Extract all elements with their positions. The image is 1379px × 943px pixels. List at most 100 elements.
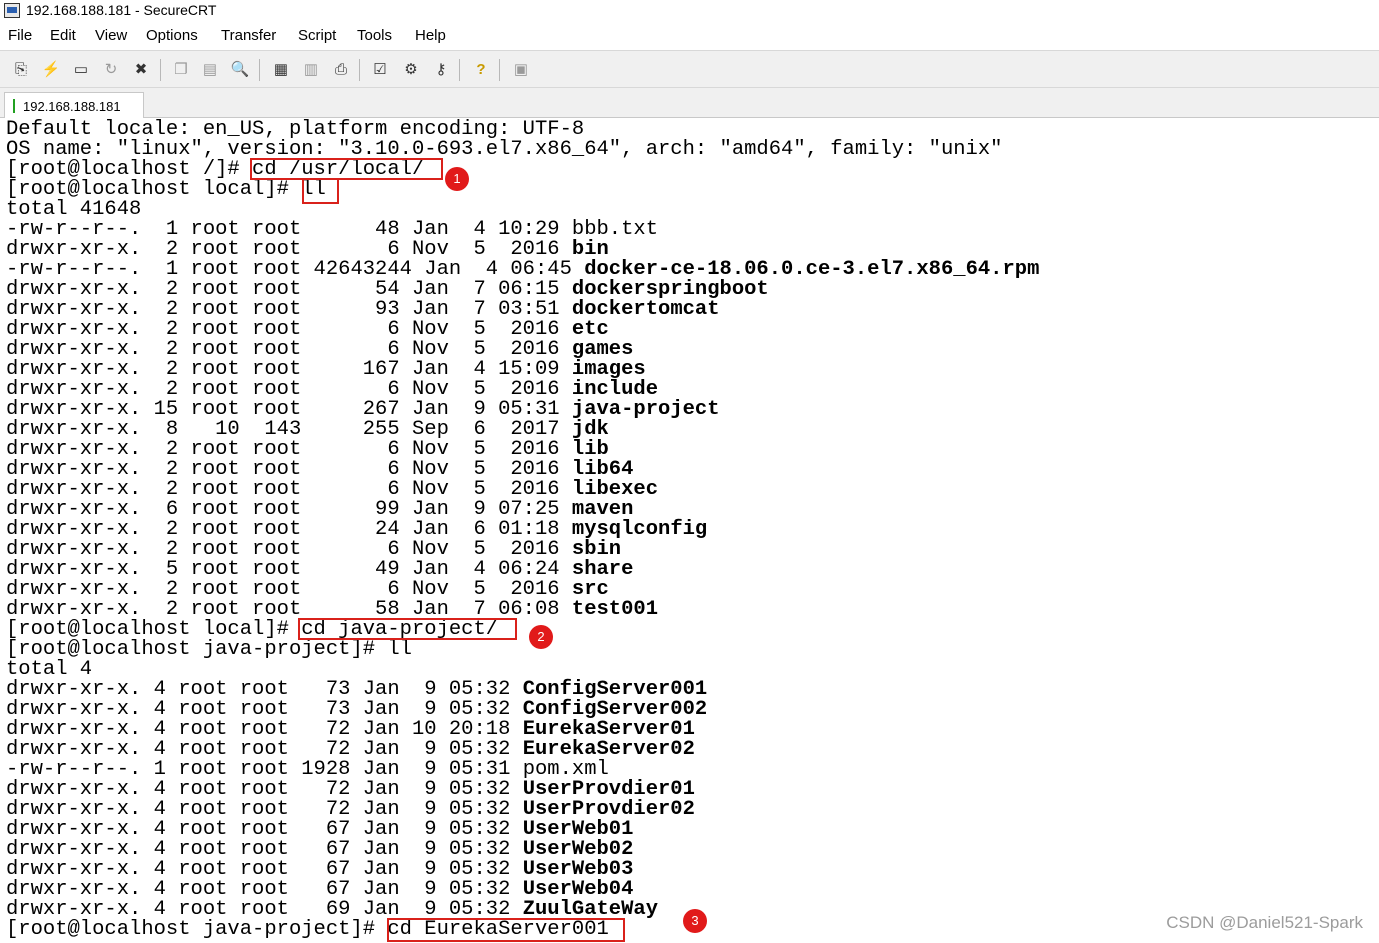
file-name: ConfigServer002 — [522, 698, 708, 721]
terminal-line: drwxr-xr-x. 2 root root 54 Jan 7 06:15 d… — [6, 278, 769, 301]
file-name: lib64 — [571, 458, 634, 481]
terminal-line-text: drwxr-xr-x. 4 root root 73 Jan 9 05:32 — [6, 678, 523, 701]
watermark: CSDN @Daniel521-Spark — [1166, 913, 1363, 932]
terminal-line-text: drwxr-xr-x. 4 root root 72 Jan 9 05:32 — [6, 738, 523, 761]
file-name: mysqlconfig — [571, 518, 708, 541]
menu-bar: File Edit View Options Transfer Script T… — [0, 22, 1379, 48]
terminal-line-text: total 41648 — [6, 198, 142, 221]
terminal-line: drwxr-xr-x. 2 root root 6 Nov 5 2016 inc… — [6, 378, 658, 401]
session-tab-label: 192.168.188.181 — [23, 99, 121, 114]
terminal-line-text: drwxr-xr-x. 4 root root 72 Jan 9 05:32 — [6, 778, 523, 801]
terminal-line: drwxr-xr-x. 4 root root 67 Jan 9 05:32 U… — [6, 838, 634, 861]
annotation-box-1 — [250, 158, 443, 180]
terminal-line: [root@localhost local]# ll — [6, 178, 326, 201]
paste-icon[interactable]: ▤ — [199, 59, 221, 81]
terminal-line: drwxr-xr-x. 2 root root 93 Jan 7 03:51 d… — [6, 299, 720, 320]
menu-options[interactable]: Options — [146, 27, 198, 44]
quick-connect-icon[interactable]: ⚡ — [40, 59, 62, 81]
terminal-line-text: drwxr-xr-x. 2 root root 6 Nov 5 2016 — [6, 378, 572, 401]
terminal-line-text: OS name: "linux", version: "3.10.0-693.e… — [6, 138, 1003, 161]
terminal-line-text: drwxr-xr-x. 2 root root 24 Jan 6 01:18 — [6, 518, 572, 541]
file-name: UserWeb02 — [522, 838, 634, 861]
file-name: UserWeb01 — [522, 818, 634, 841]
file-name: dockerspringboot — [571, 278, 769, 301]
global-options-icon[interactable]: ⚙ — [400, 59, 422, 81]
terminal-line-text: drwxr-xr-x. 2 root root 54 Jan 7 06:15 — [6, 278, 572, 301]
file-name: share — [571, 558, 634, 581]
connect-in-tab-icon[interactable]: ▭ — [70, 59, 92, 81]
terminal-line: -rw-r--r--. 1 root root 42643244 Jan 4 0… — [6, 258, 1039, 281]
help-icon[interactable]: ? — [470, 59, 492, 81]
terminal-line: drwxr-xr-x. 4 root root 72 Jan 9 05:32 E… — [6, 738, 695, 761]
terminal-line-text: [root@localhost local]# ll — [6, 178, 326, 201]
session-tab[interactable]: 192.168.188.181 — [4, 92, 144, 118]
terminal-line-text: drwxr-xr-x. 2 root root 6 Nov 5 2016 — [6, 458, 572, 481]
file-name: pom.xml — [522, 758, 609, 781]
terminal-line: drwxr-xr-x. 15 root root 267 Jan 9 05:31… — [6, 399, 720, 420]
menu-edit[interactable]: Edit — [50, 27, 76, 44]
terminal-line: drwxr-xr-x. 4 root root 67 Jan 9 05:32 U… — [6, 858, 634, 881]
terminal-line-text: drwxr-xr-x. 4 root root 72 Jan 9 05:32 — [6, 798, 523, 821]
annotation-box-2 — [302, 178, 339, 204]
print-selection-icon[interactable]: ▥ — [300, 59, 322, 81]
toolbar: ⎘ ⚡ ▭ ↻ ✖ ❐ ▤ 🔍 ▦ ▥ ⎙ ☑ ⚙ ⚷ ? ▣ — [0, 50, 1379, 88]
find-icon[interactable]: 🔍 — [229, 59, 251, 81]
terminal-line-text: total 4 — [6, 658, 93, 681]
menu-transfer[interactable]: Transfer — [221, 27, 276, 44]
terminal-line-text: drwxr-xr-x. 2 root root 6 Nov 5 2016 — [6, 478, 572, 501]
connect-icon[interactable]: ⎘ — [10, 59, 32, 81]
terminal-line-text: drwxr-xr-x. 2 root root 6 Nov 5 2016 — [6, 338, 572, 361]
terminal-line: total 4 — [6, 658, 93, 681]
terminal-line-text: -rw-r--r--. 1 root root 1928 Jan 9 05:31 — [6, 758, 523, 781]
reconnect-icon[interactable]: ↻ — [100, 59, 122, 81]
terminal-line: drwxr-xr-x. 4 root root 73 Jan 9 05:32 C… — [6, 698, 708, 721]
terminal-line: drwxr-xr-x. 5 root root 49 Jan 4 06:24 s… — [6, 558, 634, 581]
menu-view[interactable]: View — [95, 27, 127, 44]
copy-icon[interactable]: ❐ — [170, 59, 192, 81]
toolbar-separator — [259, 59, 260, 81]
terminal-line-text: drwxr-xr-x. 2 root root 6 Nov 5 2016 — [6, 538, 572, 561]
terminal-line-text: drwxr-xr-x. 4 root root 67 Jan 9 05:32 — [6, 818, 523, 841]
terminal-line: drwxr-xr-x. 2 root root 6 Nov 5 2016 lib… — [6, 478, 658, 501]
terminal-area[interactable]: [root@localhost java-project]# cd Eureka… — [0, 118, 1379, 943]
connected-indicator-icon — [13, 99, 15, 113]
terminal-line: drwxr-xr-x. 4 root root 72 Jan 9 05:32 U… — [6, 778, 695, 801]
disconnect-icon[interactable]: ✖ — [130, 59, 152, 81]
terminal-line: drwxr-xr-x. 4 root root 72 Jan 10 20:18 … — [6, 719, 695, 740]
menu-script[interactable]: Script — [298, 27, 336, 44]
file-name: UserWeb03 — [522, 858, 634, 881]
menu-tools[interactable]: Tools — [357, 27, 392, 44]
terminal-line: total 41648 — [6, 198, 142, 221]
terminal-line: drwxr-xr-x. 2 root root 6 Nov 5 2016 lib — [6, 439, 609, 460]
terminal-line: drwxr-xr-x. 6 root root 99 Jan 9 07:25 m… — [6, 499, 633, 520]
file-name: UserProvdier01 — [522, 778, 695, 801]
terminal-line: drwxr-xr-x. 2 root root 24 Jan 6 01:18 m… — [6, 518, 708, 541]
securecrt-app-icon — [4, 3, 20, 18]
file-name: games — [571, 338, 634, 361]
session-options-icon[interactable]: ☑ — [369, 59, 391, 81]
printer-icon[interactable]: ⎙ — [330, 59, 352, 81]
terminal-line-text: drwxr-xr-x. 8 10 143 255 Sep 6 2017 — [6, 418, 572, 441]
menu-help[interactable]: Help — [415, 27, 446, 44]
print-icon[interactable]: ▦ — [270, 59, 292, 81]
file-name: etc — [571, 318, 609, 341]
file-name: ConfigServer001 — [522, 678, 708, 701]
terminal-line: OS name: "linux", version: "3.10.0-693.e… — [6, 138, 1003, 161]
terminal-line-text: Default locale: en_US, platform encoding… — [6, 118, 585, 141]
terminal-line-text: drwxr-xr-x. 4 root root 73 Jan 9 05:32 — [6, 698, 523, 721]
sftp-icon[interactable]: ▣ — [510, 59, 532, 81]
terminal-line-text: -rw-r--r--. 1 root root 42643244 Jan 4 0… — [6, 258, 585, 281]
terminal-line: drwxr-xr-x. 2 root root 6 Nov 5 2016 lib… — [6, 458, 634, 481]
keymap-icon[interactable]: ⚷ — [430, 59, 452, 81]
terminal-line: drwxr-xr-x. 2 root root 58 Jan 7 06:08 t… — [6, 598, 659, 621]
terminal-line: drwxr-xr-x. 4 root root 67 Jan 9 05:32 U… — [6, 879, 633, 900]
terminal-line: drwxr-xr-x. 4 root root 67 Jan 9 05:32 U… — [6, 818, 634, 841]
annotation-badge-1: 1 — [445, 167, 469, 191]
window-title: 192.168.188.181 - SecureCRT — [26, 2, 217, 18]
menu-file[interactable]: File — [8, 27, 32, 44]
toolbar-separator — [459, 59, 460, 81]
session-tab-strip: 192.168.188.181 — [0, 88, 1379, 118]
terminal-line: drwxr-xr-x. 2 root root 6 Nov 5 2016 etc — [6, 318, 609, 341]
file-name: jdk — [571, 418, 609, 441]
file-name: test001 — [571, 598, 659, 621]
